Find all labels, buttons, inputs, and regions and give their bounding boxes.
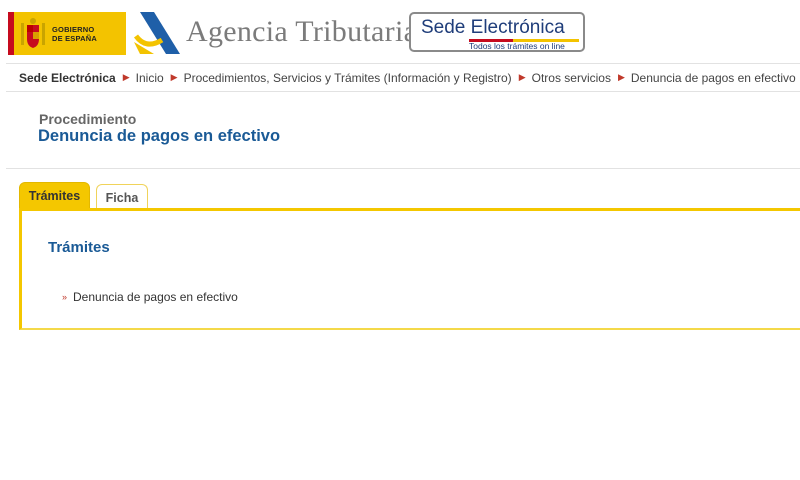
tab-ficha[interactable]: Ficha [96, 184, 148, 210]
tab-panel-tramites: Trámites » Denuncia de pagos en efectivo [19, 208, 800, 330]
tramite-link-label[interactable]: Denuncia de pagos en efectivo [73, 290, 238, 304]
tab-tramites[interactable]: Trámites [19, 182, 90, 210]
sede-electronica-logo[interactable]: Sede Electrónica Todos los trámites on l… [409, 12, 585, 52]
chevron-right-icon: » [62, 292, 68, 302]
divider [6, 168, 800, 169]
procedure-label: Procedimiento [39, 111, 137, 127]
breadcrumb-separator-icon: ▶ [122, 72, 130, 82]
agency-name[interactable]: Agencia Tributaria [186, 15, 417, 49]
breadcrumb-current-site: Sede Electrónica [19, 70, 116, 85]
flag-stripe [8, 12, 14, 55]
breadcrumb-separator-icon: ▶ [617, 72, 625, 82]
breadcrumb: Sede Electrónica ▶ Inicio ▶ Procedimient… [6, 63, 800, 92]
breadcrumb-denuncia[interactable]: Denuncia de pagos en efectivo [631, 71, 796, 85]
panel-heading: Trámites [48, 239, 110, 256]
aeat-logo-icon[interactable] [132, 10, 182, 56]
gobierno-logo[interactable]: GOBIERNO DE ESPAÑA [8, 12, 126, 55]
gobierno-line-2: DE ESPAÑA [52, 33, 98, 43]
sede-subtitle: Todos los trámites on line [469, 41, 565, 51]
site-header: GOBIERNO DE ESPAÑA Agencia Tributaria Se… [0, 0, 800, 60]
tramite-link[interactable]: » Denuncia de pagos en efectivo [62, 290, 238, 304]
breadcrumb-separator-icon: ▶ [518, 72, 526, 82]
breadcrumb-procedimientos[interactable]: Procedimientos, Servicios y Trámites (In… [184, 71, 512, 85]
breadcrumb-separator-icon: ▶ [170, 72, 178, 82]
page-title: Denuncia de pagos en efectivo [38, 127, 281, 145]
breadcrumb-otros-servicios[interactable]: Otros servicios [532, 71, 611, 85]
coat-of-arms-icon [18, 17, 48, 51]
breadcrumb-inicio[interactable]: Inicio [136, 71, 164, 85]
gobierno-text: GOBIERNO DE ESPAÑA [52, 25, 97, 43]
sede-title: Sede Electrónica [421, 17, 565, 38]
gobierno-line-1: GOBIERNO [52, 24, 95, 34]
